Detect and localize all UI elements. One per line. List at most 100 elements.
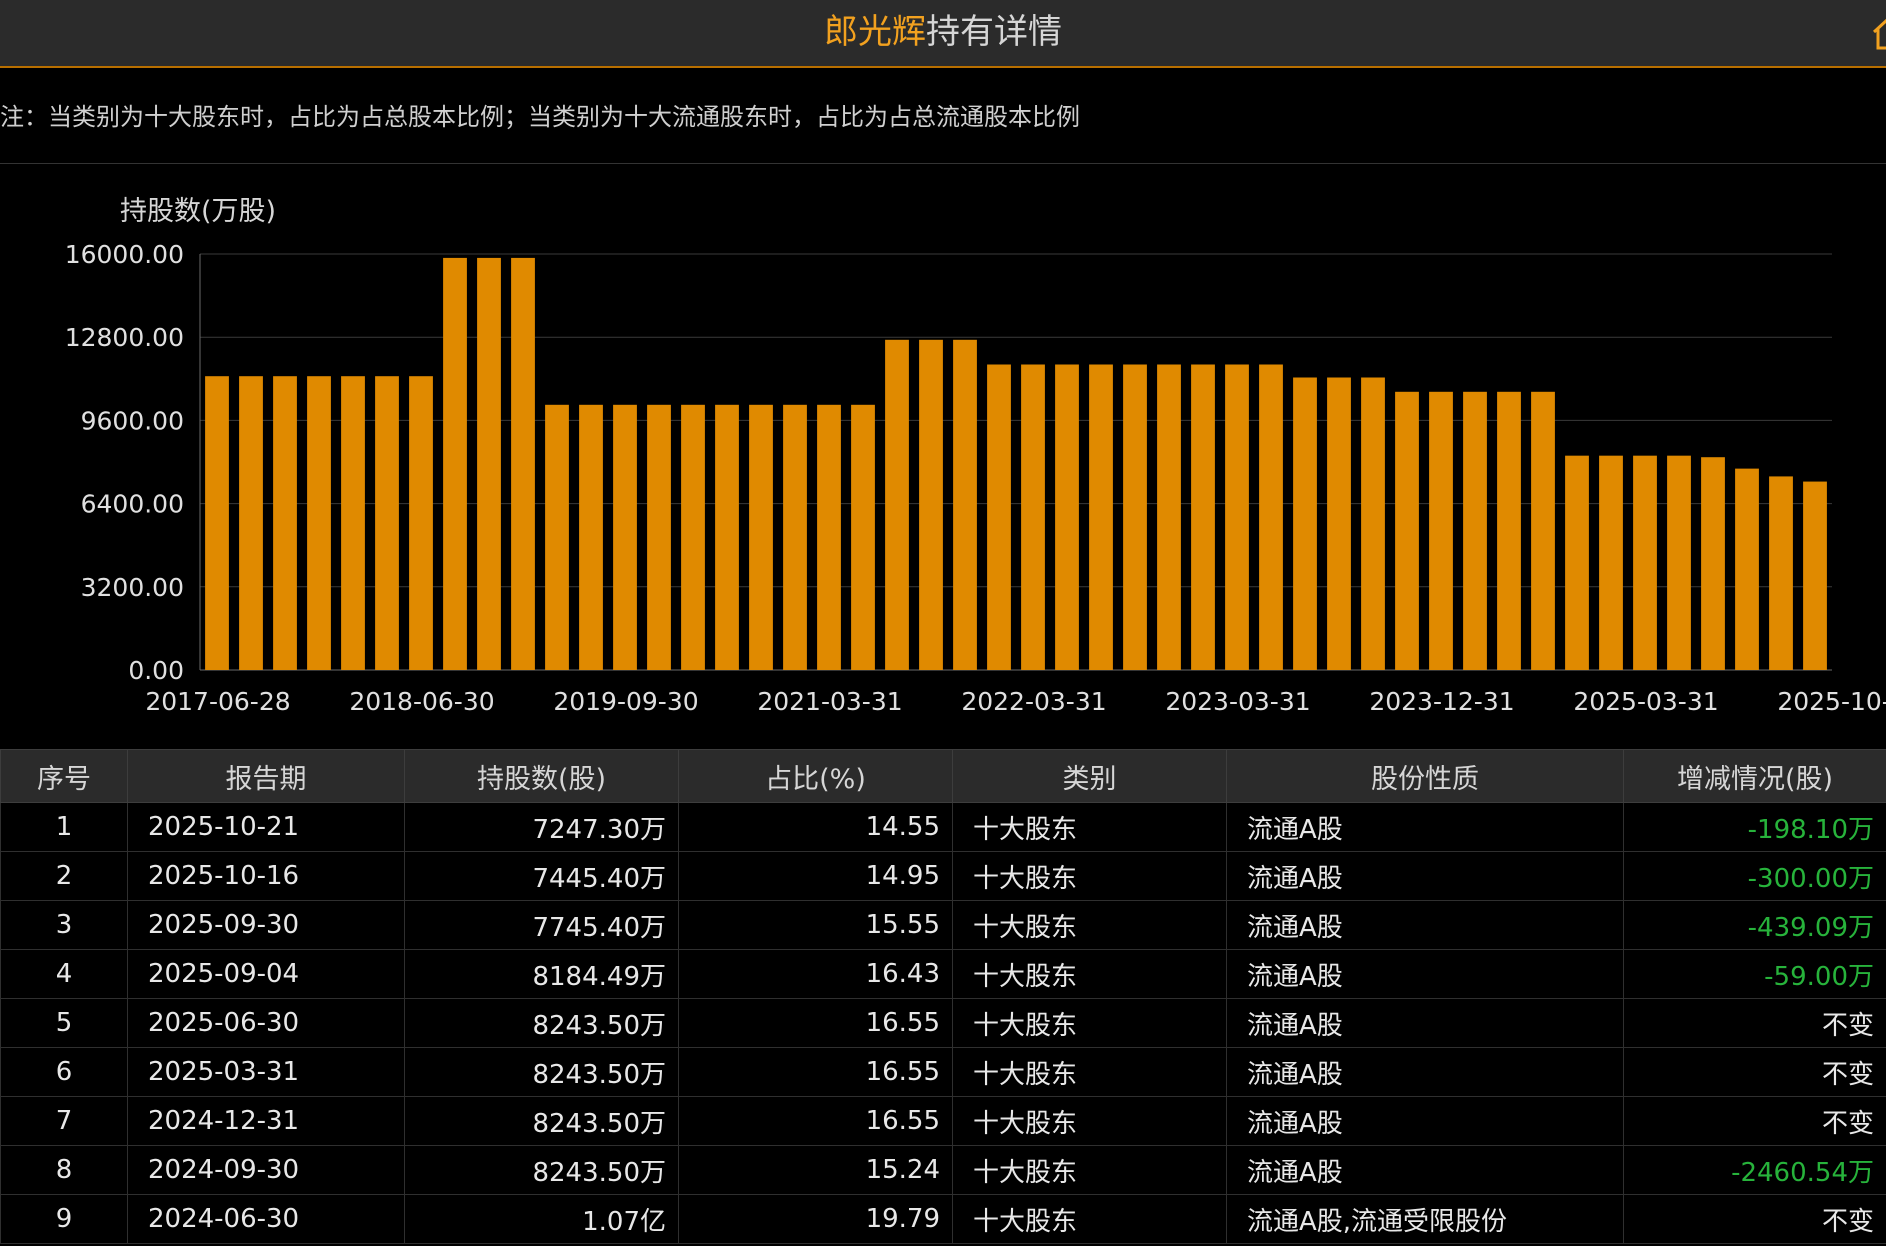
bar xyxy=(817,404,841,670)
title-suffix: 持有详情 xyxy=(926,12,1062,52)
cell-nature: 流通A股 xyxy=(1226,802,1624,852)
cell-index: 6 xyxy=(0,1047,128,1097)
cell-change: -439.09万 xyxy=(1623,900,1886,950)
y-axis-label: 持股数(万股) xyxy=(120,196,276,227)
col-header-index[interactable]: 序号 xyxy=(0,749,128,803)
bar xyxy=(1191,364,1215,670)
bar xyxy=(1463,391,1487,670)
table-row[interactable]: 1 2025-10-21 7247.30万 14.55 十大股东 流通A股 -1… xyxy=(0,802,1886,852)
cell-change: 不变 xyxy=(1623,1194,1886,1244)
bar xyxy=(579,404,603,670)
cell-ratio: 16.55 xyxy=(678,1096,953,1146)
cell-nature: 流通A股 xyxy=(1226,1047,1624,1097)
bar xyxy=(1769,476,1793,670)
bar xyxy=(1531,391,1555,670)
cell-ratio: 16.55 xyxy=(678,998,953,1048)
cell-index: 8 xyxy=(0,1145,128,1195)
bar xyxy=(919,339,943,670)
col-header-ratio[interactable]: 占比(%) xyxy=(678,749,953,803)
bar xyxy=(1055,364,1079,670)
bar xyxy=(1123,364,1147,670)
bar xyxy=(273,376,297,670)
x-tick-label: 2021-03-31 xyxy=(757,687,902,716)
x-tick-label: 2023-03-31 xyxy=(1165,687,1310,716)
cell-change: -300.00万 xyxy=(1623,851,1886,901)
bar xyxy=(1327,377,1351,670)
cell-date: 2024-06-30 xyxy=(127,1194,405,1244)
bar xyxy=(1429,391,1453,670)
col-header-shares[interactable]: 持股数(股) xyxy=(404,749,679,803)
cell-index: 1 xyxy=(0,802,128,852)
cell-nature: 流通A股 xyxy=(1226,851,1624,901)
col-header-change[interactable]: 增减情况(股) xyxy=(1623,749,1886,803)
bar xyxy=(1395,391,1419,670)
bar xyxy=(1157,364,1181,670)
bar xyxy=(1735,468,1759,670)
table-row[interactable]: 9 2024-06-30 1.07亿 19.79 十大股东 流通A股,流通受限股… xyxy=(0,1194,1886,1244)
cell-index: 4 xyxy=(0,949,128,999)
bar xyxy=(443,257,467,670)
bar xyxy=(953,339,977,670)
cell-date: 2025-10-21 xyxy=(127,802,405,852)
cell-nature: 流通A股 xyxy=(1226,998,1624,1048)
cell-index: 3 xyxy=(0,900,128,950)
home-icon[interactable] xyxy=(1872,16,1886,52)
x-tick-label: 2019-09-30 xyxy=(553,687,698,716)
y-tick-label: 16000.00 xyxy=(65,240,184,269)
bar xyxy=(749,404,773,670)
table-row[interactable]: 8 2024-09-30 8243.50万 15.24 十大股东 流通A股 -2… xyxy=(0,1145,1886,1195)
table-row[interactable]: 7 2024-12-31 8243.50万 16.55 十大股东 流通A股 不变 xyxy=(0,1096,1886,1146)
cell-index: 9 xyxy=(0,1194,128,1244)
bar xyxy=(1225,364,1249,670)
bar xyxy=(1021,364,1045,670)
cell-change: -198.10万 xyxy=(1623,802,1886,852)
bar xyxy=(613,404,637,670)
bar xyxy=(375,376,399,670)
bar xyxy=(1701,457,1725,670)
cell-ratio: 15.55 xyxy=(678,900,953,950)
table-header-row: 序号 报告期 持股数(股) 占比(%) 类别 股份性质 增减情况(股) xyxy=(0,749,1886,803)
table-row[interactable]: 4 2025-09-04 8184.49万 16.43 十大股东 流通A股 -5… xyxy=(0,949,1886,999)
cell-index: 5 xyxy=(0,998,128,1048)
y-tick-label: 6400.00 xyxy=(81,490,184,519)
bar xyxy=(1599,455,1623,670)
cell-category: 十大股东 xyxy=(952,949,1227,999)
cell-nature: 流通A股 xyxy=(1226,1096,1624,1146)
cell-category: 十大股东 xyxy=(952,1096,1227,1146)
bar xyxy=(1259,364,1283,670)
title-bar: 郎光辉持有详情 xyxy=(0,0,1886,68)
holdings-table-container[interactable]: 序号 报告期 持股数(股) 占比(%) 类别 股份性质 增减情况(股) 1 20… xyxy=(0,749,1886,1246)
table-row[interactable]: 3 2025-09-30 7745.40万 15.55 十大股东 流通A股 -4… xyxy=(0,900,1886,950)
cell-shares: 1.07亿 xyxy=(404,1194,679,1244)
cell-ratio: 16.55 xyxy=(678,1047,953,1097)
bar xyxy=(885,339,909,670)
x-tick-label: 2025-10-21 xyxy=(1777,687,1886,716)
col-header-category[interactable]: 类别 xyxy=(952,749,1227,803)
col-header-report-date[interactable]: 报告期 xyxy=(127,749,405,803)
bar xyxy=(477,257,501,670)
cell-category: 十大股东 xyxy=(952,851,1227,901)
bar xyxy=(1667,455,1691,670)
y-tick-label: 12800.00 xyxy=(65,323,184,352)
x-tick-label: 2023-12-31 xyxy=(1369,687,1514,716)
cell-change: -59.00万 xyxy=(1623,949,1886,999)
cell-category: 十大股东 xyxy=(952,900,1227,950)
cell-ratio: 15.24 xyxy=(678,1145,953,1195)
col-header-share-nature[interactable]: 股份性质 xyxy=(1226,749,1624,803)
x-tick-label: 2018-06-30 xyxy=(349,687,494,716)
bar xyxy=(1361,377,1385,670)
holdings-table: 序号 报告期 持股数(股) 占比(%) 类别 股份性质 增减情况(股) 1 20… xyxy=(0,749,1886,1244)
cell-date: 2025-03-31 xyxy=(127,1047,405,1097)
cell-ratio: 19.79 xyxy=(678,1194,953,1244)
bar xyxy=(239,376,263,670)
table-row[interactable]: 6 2025-03-31 8243.50万 16.55 十大股东 流通A股 不变 xyxy=(0,1047,1886,1097)
bar xyxy=(307,376,331,670)
bar xyxy=(341,376,365,670)
bar xyxy=(783,404,807,670)
table-row[interactable]: 2 2025-10-16 7445.40万 14.95 十大股东 流通A股 -3… xyxy=(0,851,1886,901)
bar xyxy=(511,257,535,670)
cell-shares: 7745.40万 xyxy=(404,900,679,950)
cell-category: 十大股东 xyxy=(952,1145,1227,1195)
table-row[interactable]: 5 2025-06-30 8243.50万 16.55 十大股东 流通A股 不变 xyxy=(0,998,1886,1048)
cell-shares: 8184.49万 xyxy=(404,949,679,999)
